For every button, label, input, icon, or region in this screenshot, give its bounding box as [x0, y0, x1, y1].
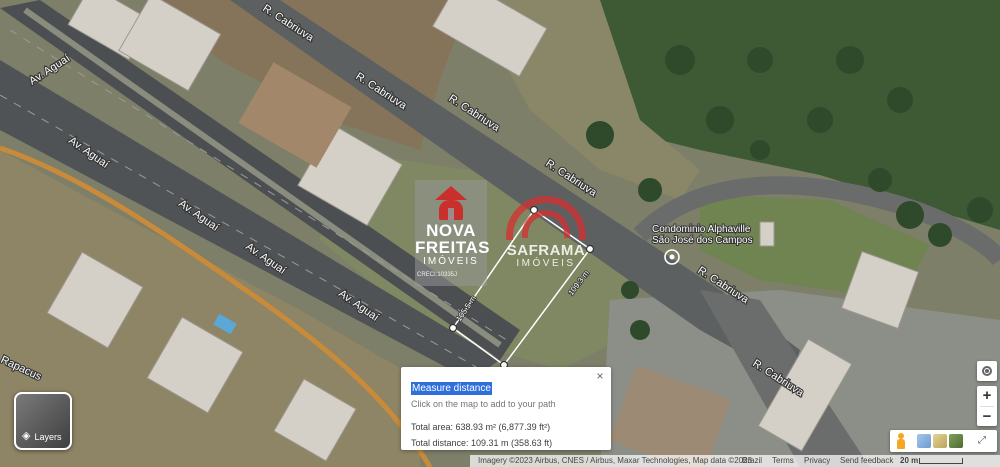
imagery-credit: Imagery ©2023 Airbus, CNES / Airbus, Max…	[478, 456, 753, 465]
region-link[interactable]: Brazil	[742, 455, 762, 467]
pegman-icon[interactable]	[896, 433, 906, 449]
house-logo-icon	[431, 186, 471, 222]
saframa-watermark: SAFRAMA IMÓVEIS	[500, 196, 592, 276]
measure-title: Measure distance	[411, 382, 492, 395]
zoom-control: + −	[977, 386, 997, 426]
map-type-thumbnail[interactable]	[917, 434, 931, 448]
close-icon[interactable]: ×	[594, 370, 606, 382]
total-area: Total area: 638.93 m² (6,877.39 ft²)	[411, 422, 551, 432]
terms-link[interactable]: Terms	[772, 455, 794, 467]
watermark-text: IMÓVEIS	[516, 258, 576, 269]
my-location-button[interactable]	[977, 361, 997, 381]
watermark-creci: CRECI:10335J	[417, 272, 458, 278]
watermark-text: IMÓVEIS	[423, 256, 479, 267]
attribution-bar: Imagery ©2023 Airbus, CNES / Airbus, Max…	[470, 455, 1000, 467]
watermark-text: FREITAS	[415, 238, 490, 257]
total-distance: Total distance: 109.31 m (358.63 ft)	[411, 438, 553, 448]
location-icon	[982, 366, 992, 376]
send-feedback-link[interactable]: Send feedback	[840, 455, 893, 467]
layers-icon: ◈	[22, 430, 31, 442]
watermark-text: NOVA	[426, 221, 476, 240]
map-bottom-controls: ⤢	[890, 430, 997, 452]
scale-bar	[919, 458, 963, 464]
nova-freitas-watermark: NOVA FREITAS IMÓVEIS CRECI:10335J	[415, 180, 490, 286]
measure-hint: Click on the map to add to your path	[411, 399, 556, 409]
measure-point[interactable]	[448, 323, 458, 333]
layers-label: Layers	[34, 431, 62, 442]
poi-label[interactable]: Condominio Alphaville	[651, 223, 752, 236]
map-type-thumbnail[interactable]	[949, 434, 963, 448]
expand-icon[interactable]: ⤢	[978, 435, 986, 446]
map-type-thumbnail[interactable]	[933, 434, 947, 448]
poi-label[interactable]: São José dos Campos	[651, 234, 754, 247]
privacy-link[interactable]: Privacy	[804, 455, 830, 467]
layers-button[interactable]: ◈ Layers	[14, 392, 72, 450]
zoom-out-button[interactable]: −	[977, 407, 997, 427]
zoom-in-button[interactable]: +	[977, 386, 997, 406]
watermark-text: SAFRAMA	[506, 242, 586, 259]
scale-label[interactable]: 20 m	[900, 455, 918, 467]
measure-distance-panel: × Measure distance Click on the map to a…	[401, 367, 611, 450]
